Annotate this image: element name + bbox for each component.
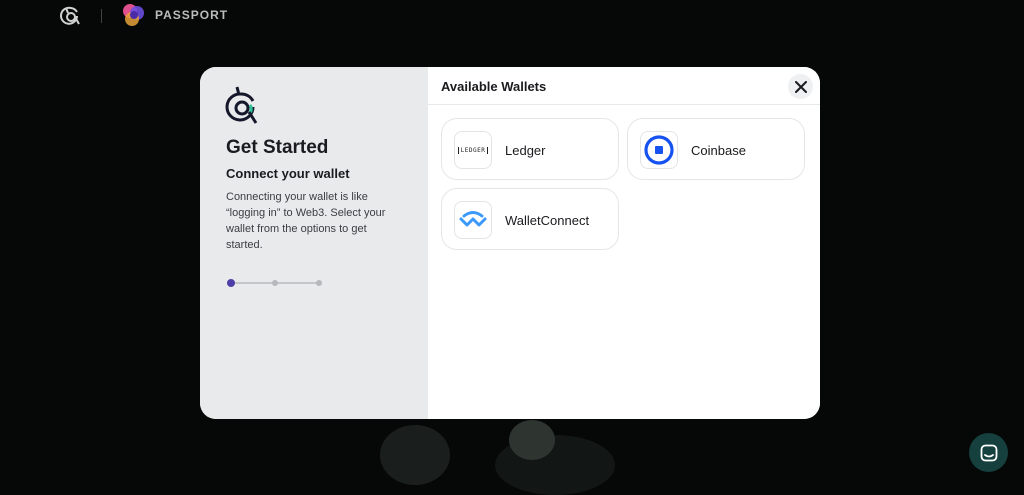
- background-shape: [509, 420, 555, 460]
- step-dot-2: [272, 280, 278, 286]
- wallet-option-walletconnect[interactable]: WalletConnect: [441, 188, 619, 250]
- close-button[interactable]: [788, 74, 813, 99]
- wallet-option-ledger[interactable]: LEDGER Ledger: [441, 118, 619, 180]
- intro-panel: Get Started Connect your wallet Connecti…: [200, 67, 428, 419]
- ledger-icon-text: LEDGER: [457, 146, 489, 154]
- modal-subtitle: Connect your wallet: [226, 166, 350, 181]
- modal-description: Connecting your wallet is like “logging …: [226, 191, 386, 251]
- wallet-label: Ledger: [505, 143, 546, 158]
- wallet-label: Coinbase: [691, 143, 746, 158]
- chat-icon: [980, 444, 997, 461]
- walletconnect-icon: [454, 201, 492, 239]
- wallet-option-coinbase[interactable]: Coinbase: [627, 118, 805, 180]
- gitcoin-logo-icon[interactable]: [59, 4, 83, 28]
- passport-logo-icon[interactable]: [120, 2, 147, 29]
- divider: [101, 9, 102, 23]
- step-dot-1: [227, 279, 235, 287]
- brand-name: PASSPORT: [155, 8, 229, 22]
- chat-button[interactable]: [969, 433, 1008, 472]
- top-bar: PASSPORT: [0, 0, 1024, 32]
- progress-stepper: [227, 279, 323, 287]
- step-dot-3: [316, 280, 322, 286]
- background-shape: [380, 425, 450, 485]
- wallets-title: Available Wallets: [441, 79, 547, 94]
- modal-title: Get Started: [226, 137, 329, 158]
- connect-wallet-modal: Get Started Connect your wallet Connecti…: [200, 67, 820, 419]
- coinbase-icon: [640, 131, 678, 169]
- close-icon: [794, 80, 807, 93]
- wallets-panel: Available Wallets LEDGER Ledger Coinbase: [428, 67, 820, 419]
- ledger-icon: LEDGER: [454, 131, 492, 169]
- wallet-label: WalletConnect: [505, 213, 590, 228]
- gitcoin-robot-icon: [225, 85, 259, 125]
- wallets-header: Available Wallets: [428, 67, 820, 105]
